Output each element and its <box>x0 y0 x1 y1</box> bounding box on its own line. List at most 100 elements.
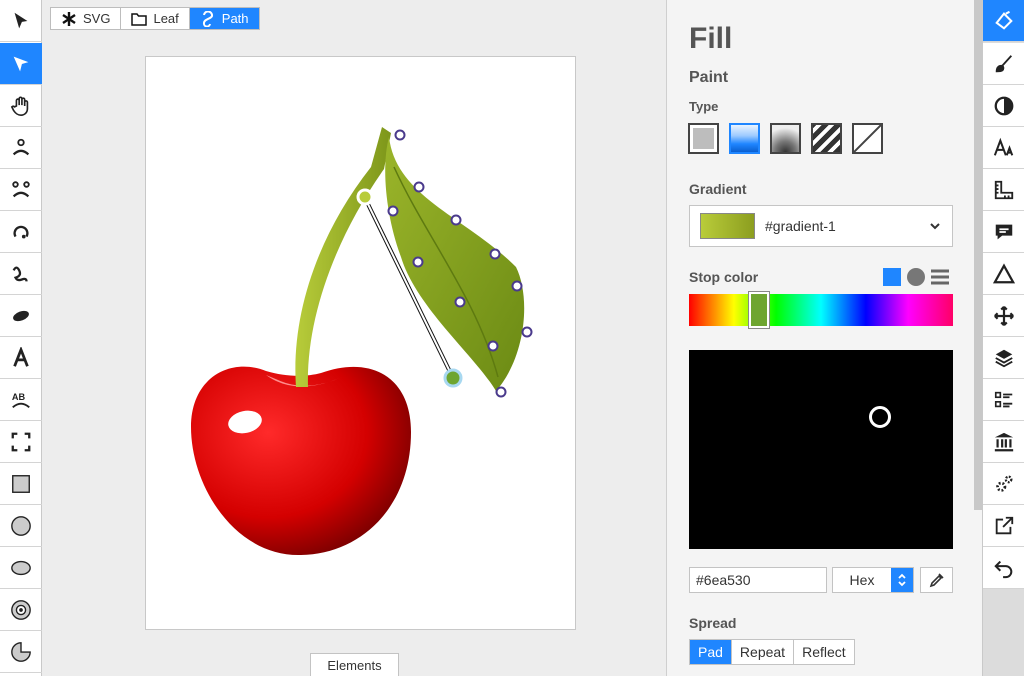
pie-tool[interactable] <box>0 631 42 673</box>
format-stepper[interactable] <box>891 568 913 592</box>
move-tool[interactable] <box>983 295 1024 337</box>
ruler-tool[interactable] <box>983 169 1024 211</box>
spread-reflect[interactable]: Reflect <box>794 640 854 664</box>
path-node[interactable] <box>387 205 399 217</box>
brush-icon <box>995 54 1013 72</box>
crop-tool[interactable] <box>0 421 42 463</box>
no-fill-type[interactable] <box>852 123 883 154</box>
spread-repeat[interactable]: Repeat <box>732 640 795 664</box>
breadcrumb-svg[interactable]: SVG <box>51 8 122 29</box>
rect-icon <box>12 474 30 493</box>
asterisk-icon <box>62 11 76 26</box>
breadcrumb-label: Path <box>221 11 249 26</box>
hue-slider[interactable] <box>689 292 953 328</box>
panel-scrollbar[interactable] <box>974 0 982 510</box>
target-tool[interactable] <box>0 589 42 631</box>
person-up-icon <box>12 138 30 155</box>
stop-color-label: Stop color <box>689 269 759 285</box>
layers-tool[interactable] <box>983 337 1024 379</box>
rotate-tool[interactable] <box>0 211 42 253</box>
path-node[interactable] <box>450 214 462 226</box>
cherry-body[interactable] <box>191 366 411 556</box>
hand-tool[interactable] <box>0 85 42 127</box>
path-draw-icon <box>12 265 28 281</box>
person-up-tool[interactable] <box>0 127 42 169</box>
path-node[interactable] <box>521 326 533 338</box>
gradient-name: #gradient-1 <box>765 218 836 234</box>
font-tool[interactable] <box>983 127 1024 169</box>
spread-options: Pad Repeat Reflect <box>689 639 855 665</box>
gradient-end-handle[interactable] <box>443 368 463 388</box>
undo-tool[interactable] <box>983 547 1024 589</box>
text-tool[interactable] <box>0 337 42 379</box>
hue-handle[interactable] <box>749 292 769 328</box>
settings-tool[interactable] <box>983 463 1024 505</box>
circle-tool[interactable] <box>0 505 42 547</box>
square-mode-icon[interactable] <box>883 268 901 286</box>
person-down-tool[interactable] <box>0 169 42 211</box>
list-mode-icon[interactable] <box>931 269 949 285</box>
ellipse-fill-icon <box>13 310 29 321</box>
cherry-stem[interactable] <box>295 127 391 387</box>
path-node[interactable] <box>394 129 406 141</box>
ellipse-tool[interactable] <box>0 547 42 589</box>
breadcrumb: SVG Leaf Path <box>50 7 260 30</box>
text-path-tool[interactable]: AB <box>0 379 42 421</box>
direct-select-tool[interactable] <box>0 43 42 85</box>
type-label: Type <box>689 99 719 114</box>
saturation-area[interactable] <box>689 350 953 549</box>
path-draw-tool[interactable] <box>0 253 42 295</box>
slash-icon <box>854 125 881 152</box>
path-node[interactable] <box>495 386 507 398</box>
breadcrumb-leaf[interactable]: Leaf <box>121 8 190 29</box>
ellipse-fill-tool[interactable] <box>0 295 42 337</box>
path-node[interactable] <box>412 256 424 268</box>
eyedropper-button[interactable] <box>920 567 953 593</box>
hex-input[interactable]: #6ea530 <box>689 567 827 593</box>
crop-icon <box>11 432 31 451</box>
arrow-select-icon <box>14 12 28 28</box>
list-tool[interactable] <box>983 379 1024 421</box>
canvas-artboard[interactable] <box>145 56 576 630</box>
pattern-type[interactable] <box>811 123 842 154</box>
flat-fill-type[interactable] <box>688 123 719 154</box>
circle-mode-icon[interactable] <box>907 268 925 286</box>
ruler-icon <box>994 180 1014 199</box>
library-tool[interactable] <box>983 421 1024 463</box>
brush-tool[interactable] <box>983 43 1024 85</box>
format-value: Hex <box>849 572 875 588</box>
rect-tool[interactable] <box>0 463 42 505</box>
paint-fill-tool[interactable] <box>983 0 1024 42</box>
contrast-tool[interactable] <box>983 85 1024 127</box>
fill-panel: Fill Paint Type Gradient #gradient-1 Sto… <box>666 0 982 676</box>
select-tool[interactable] <box>0 0 42 42</box>
linear-gradient-type[interactable] <box>729 123 760 154</box>
export-icon <box>995 516 1014 534</box>
comment-tool[interactable] <box>983 211 1024 253</box>
path-node[interactable] <box>487 340 499 352</box>
hand-icon <box>10 96 29 116</box>
ellipse-icon <box>11 560 31 575</box>
path-node[interactable] <box>454 296 466 308</box>
path-node[interactable] <box>413 181 425 193</box>
person-down-icon <box>12 180 30 197</box>
gradient-start-handle[interactable] <box>356 188 374 206</box>
breadcrumb-path[interactable]: Path <box>189 8 259 29</box>
svg-text:AB: AB <box>12 392 26 402</box>
saturation-handle[interactable] <box>869 406 891 428</box>
export-tool[interactable] <box>983 505 1024 547</box>
target-icon <box>11 599 31 620</box>
color-format-select[interactable]: Hex <box>832 567 914 593</box>
triangle-tool[interactable] <box>983 253 1024 295</box>
path-node[interactable] <box>489 248 501 260</box>
move-icon <box>994 305 1014 326</box>
radial-gradient-type[interactable] <box>770 123 801 154</box>
gradient-select[interactable]: #gradient-1 <box>689 205 953 247</box>
circle-icon <box>11 515 31 536</box>
spread-label: Spread <box>689 615 737 631</box>
path-node[interactable] <box>511 280 523 292</box>
leaf-shape[interactable] <box>385 137 525 391</box>
breadcrumb-label: SVG <box>83 11 111 26</box>
elements-button[interactable]: Elements <box>310 653 399 676</box>
spread-pad[interactable]: Pad <box>690 640 732 664</box>
